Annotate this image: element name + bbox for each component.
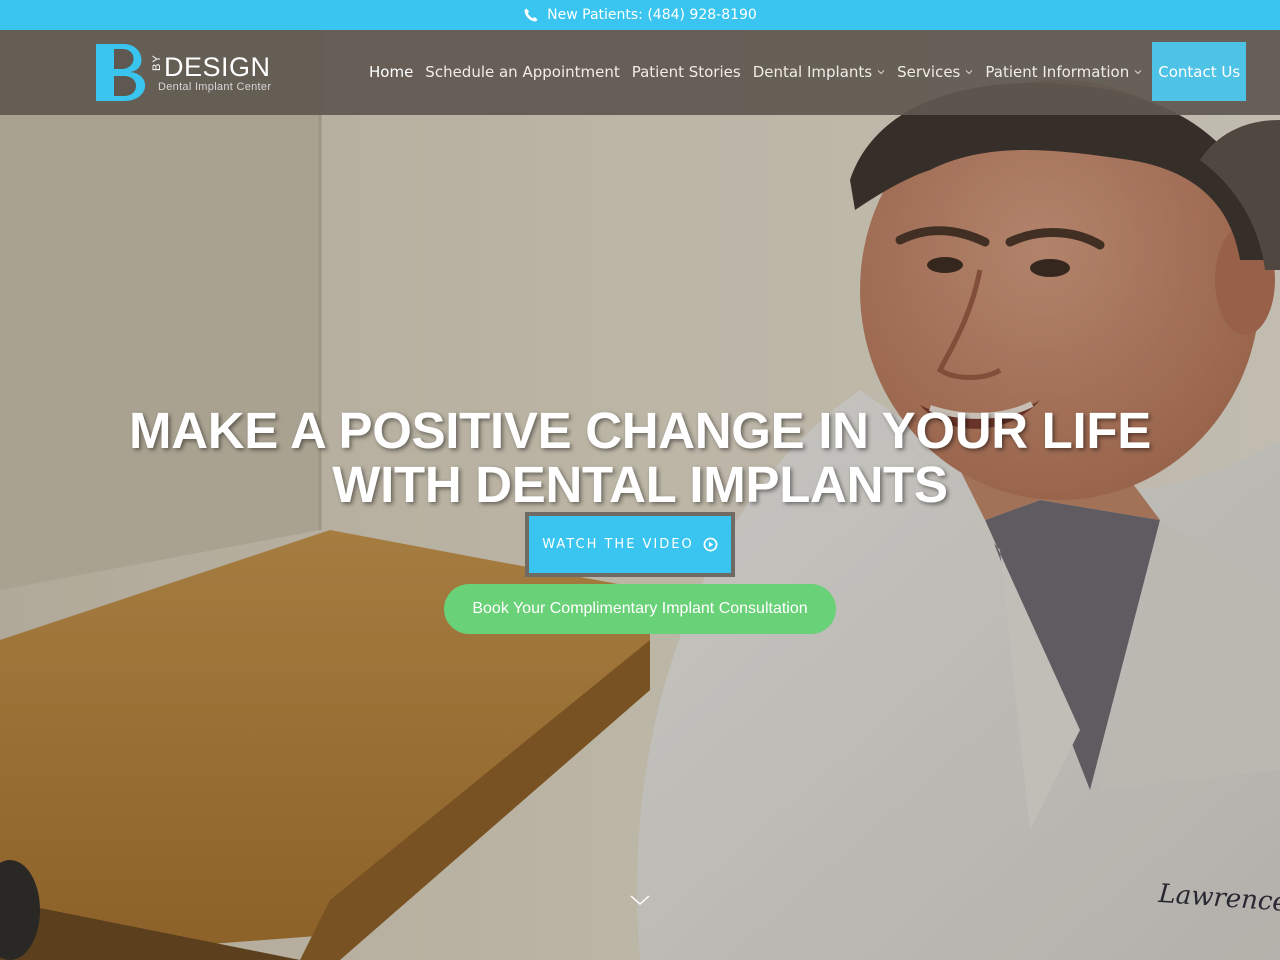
nav-item-label: Patient Stories <box>631 62 741 81</box>
logo-subtitle: Dental Implant Center <box>158 81 272 93</box>
nav-item-label: Home <box>369 62 414 81</box>
watch-video-label: WATCH THE VIDEO <box>542 537 694 552</box>
phone-icon <box>523 7 539 23</box>
main-nav: Home Schedule an Appointment Patient Sto… <box>363 42 1247 101</box>
top-bar: New Patients: (484) 928-8190 <box>0 0 1280 30</box>
chevron-down-icon[interactable] <box>629 892 651 906</box>
nav-item-label: Schedule an Appointment <box>425 62 620 81</box>
chevron-down-icon <box>1134 68 1142 76</box>
hero-headline-line1: MAKE A POSITIVE CHANGE IN YOUR LIFE <box>129 402 1151 459</box>
nav-item-home[interactable]: Home <box>363 42 419 101</box>
nav-item-label: Patient Information <box>985 62 1130 81</box>
logo[interactable]: BY DESIGN Dental Implant Center <box>96 43 286 103</box>
chevron-down-icon <box>877 68 885 76</box>
logo-b-mark <box>96 44 146 101</box>
site-header: BY DESIGN Dental Implant Center Home Sch… <box>0 30 1280 115</box>
new-patients-phone-link[interactable]: New Patients: (484) 928-8190 <box>547 7 757 23</box>
nav-item-patient-information[interactable]: Patient Information <box>979 42 1148 101</box>
logo-by: BY <box>151 54 163 71</box>
chevron-down-icon <box>965 68 973 76</box>
watch-video-button[interactable]: WATCH THE VIDEO <box>525 512 735 577</box>
hero-headline: MAKE A POSITIVE CHANGE IN YOUR LIFE WITH… <box>40 404 1240 512</box>
nav-item-dental-implants[interactable]: Dental Implants <box>747 42 891 101</box>
nav-item-schedule-appointment[interactable]: Schedule an Appointment <box>419 42 625 101</box>
play-circle-icon <box>703 537 718 552</box>
nav-item-label: Contact Us <box>1158 62 1241 81</box>
nav-item-services[interactable]: Services <box>891 42 979 101</box>
book-consultation-button[interactable]: Book Your Complimentary Implant Consulta… <box>444 584 836 634</box>
nav-item-label: Dental Implants <box>752 62 873 81</box>
nav-item-patient-stories[interactable]: Patient Stories <box>626 42 747 101</box>
nav-item-contact-us[interactable]: Contact Us <box>1152 42 1247 101</box>
hero-headline-line2: WITH DENTAL IMPLANTS <box>332 456 948 513</box>
logo-design: DESIGN <box>164 52 271 82</box>
nav-item-label: Services <box>897 62 961 81</box>
